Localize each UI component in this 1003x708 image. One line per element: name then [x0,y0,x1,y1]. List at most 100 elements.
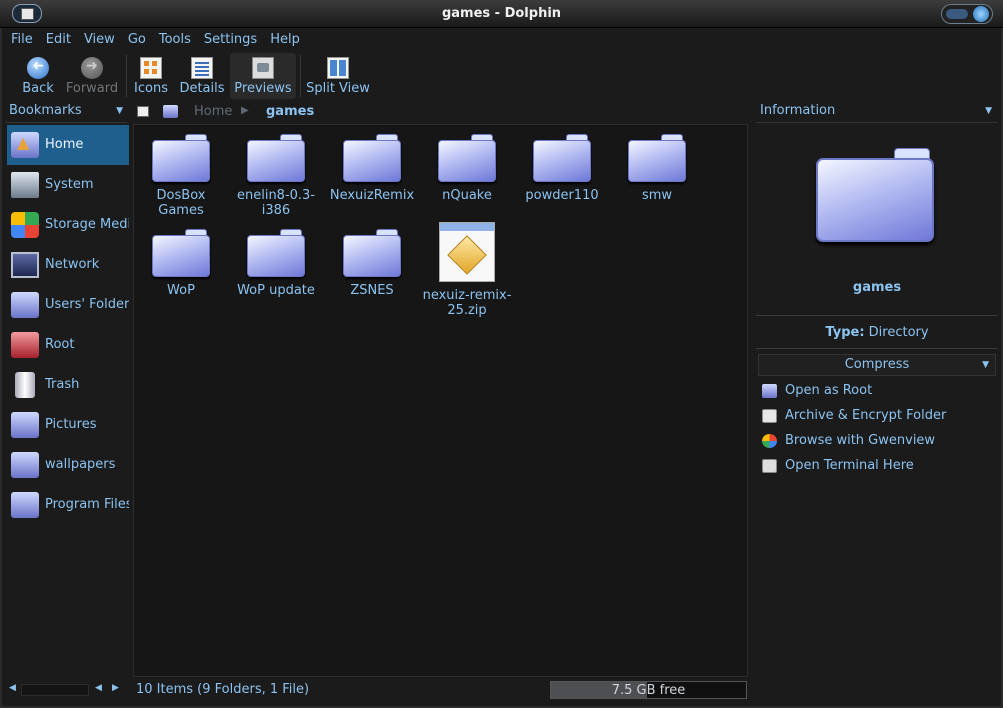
bookmarks-title: Bookmarks [9,103,82,118]
place-label: Network [45,257,100,272]
folder-preview-icon [816,148,934,243]
minimize-button[interactable] [946,9,968,19]
place-label: wallpapers [45,457,116,472]
wallpapers-folder-icon [11,452,39,478]
action-archive-encrypt[interactable]: Archive & Encrypt Folder [762,406,998,431]
scroll-left-icon[interactable]: ◀ [95,683,102,693]
file-item[interactable]: nQuake [422,134,512,203]
information-panel: Information ▼ games Type: Directory Comp… [756,101,998,679]
users-folder-icon [11,292,39,318]
forward-arrow-icon [81,57,103,79]
title-bar[interactable]: games - Dolphin [0,0,1003,28]
free-space-bar: 7.5 GB free [550,681,747,699]
file-name: NexuizRemix [329,188,415,203]
menu-help[interactable]: Help [270,29,300,51]
file-name: ZSNES [350,283,394,298]
menu-tools[interactable]: Tools [159,29,191,51]
location-mode-toggle[interactable] [137,106,149,117]
place-trash[interactable]: Trash [7,365,129,405]
information-title: Information [760,103,836,118]
file-item[interactable]: enelin8-0.3- i386 [231,134,321,218]
window-controls[interactable] [941,4,993,24]
terminal-icon [762,459,777,473]
action-open-as-root[interactable]: Open as Root [762,381,998,406]
scroll-left-icon[interactable]: ◀ [9,683,16,693]
split-view-button[interactable]: Split View [305,53,371,99]
file-item[interactable]: powder110 [517,134,607,203]
action-label: Browse with Gwenview [785,433,936,448]
file-item[interactable]: DosBox Games [136,134,226,218]
storage-media-icon [11,212,39,238]
menu-edit[interactable]: Edit [46,29,71,51]
gwenview-icon [762,434,777,448]
action-browse-gwenview[interactable]: Browse with Gwenview [762,431,998,456]
places-list: Home System Storage Media Network Users'… [7,125,129,679]
file-name: WoP [167,283,195,298]
zip-archive-icon [439,222,495,282]
close-button[interactable] [973,6,989,22]
place-label: Users' Folders [45,297,129,312]
file-item[interactable]: WoP [136,229,226,298]
action-open-terminal[interactable]: Open Terminal Here [762,456,998,481]
action-label: Open as Root [785,383,873,398]
file-item[interactable]: WoP update [231,229,321,298]
place-label: Root [45,337,75,352]
status-bar: 10 Items (9 Folders, 1 File) 7.5 GB free [133,680,748,700]
menu-settings[interactable]: Settings [204,29,257,51]
file-view[interactable]: DosBox Games enelin8-0.3- i386 NexuizRem… [133,124,748,677]
previews-button[interactable]: Previews [230,53,296,99]
breadcrumb-current[interactable]: games [266,104,314,119]
menu-file[interactable]: File [11,29,33,51]
file-name: nQuake [442,188,492,203]
chevron-right-icon: ▶ [241,105,249,116]
file-item[interactable]: nexuiz-remix- 25.zip [422,222,512,318]
forward-button[interactable]: Forward [64,53,120,99]
compress-dropdown[interactable]: Compress ▼ [758,354,996,376]
chevron-down-icon[interactable]: ▼ [985,101,992,121]
place-home[interactable]: Home [7,125,129,165]
place-pictures[interactable]: Pictures [7,405,129,445]
details-view-button[interactable]: Details [178,53,226,99]
bookmarks-header[interactable]: Bookmarks ▼ [5,101,127,123]
previews-icon [252,57,274,79]
previews-label: Previews [234,81,292,96]
scrollbar-track[interactable] [21,684,89,696]
action-label: Archive & Encrypt Folder [785,408,947,423]
trash-icon [15,372,35,398]
information-header[interactable]: Information ▼ [756,101,998,123]
folder-icon [343,229,401,277]
place-label: Storage Media [45,217,129,232]
home-folder-icon [11,125,39,163]
system-icon [11,172,39,198]
archive-icon [762,409,777,423]
place-program-files[interactable]: Program Files [7,485,129,525]
details-label: Details [179,81,225,96]
chevron-down-icon[interactable]: ▼ [116,101,123,121]
file-name: enelin8-0.3- i386 [236,188,316,218]
file-item[interactable]: NexuizRemix [327,134,417,203]
icons-view-button[interactable]: Icons [131,53,171,99]
details-view-icon [191,57,213,79]
place-users-folders[interactable]: Users' Folders [7,285,129,325]
home-icon[interactable] [163,105,178,118]
back-button[interactable]: Back [18,53,58,99]
place-label: Home [45,137,84,152]
place-system[interactable]: System [7,165,129,205]
file-item[interactable]: ZSNES [327,229,417,298]
type-label: Type: [825,325,865,340]
menu-go[interactable]: Go [128,29,146,51]
split-view-label: Split View [306,81,370,96]
file-item[interactable]: smw [612,134,702,203]
breadcrumb: Home ▶ games [133,101,748,123]
file-name: DosBox Games [156,188,206,218]
bookmarks-horizontal-scrollbar[interactable]: ◀ ◀ ▶ [5,683,127,697]
folder-icon [247,134,305,182]
file-name: smw [641,188,673,203]
place-network[interactable]: Network [7,245,129,285]
breadcrumb-home[interactable]: Home [194,104,232,119]
menu-view[interactable]: View [84,29,115,51]
place-wallpapers[interactable]: wallpapers [7,445,129,485]
place-root[interactable]: Root [7,325,129,365]
place-storage-media[interactable]: Storage Media [7,205,129,245]
scroll-right-icon[interactable]: ▶ [112,683,119,693]
